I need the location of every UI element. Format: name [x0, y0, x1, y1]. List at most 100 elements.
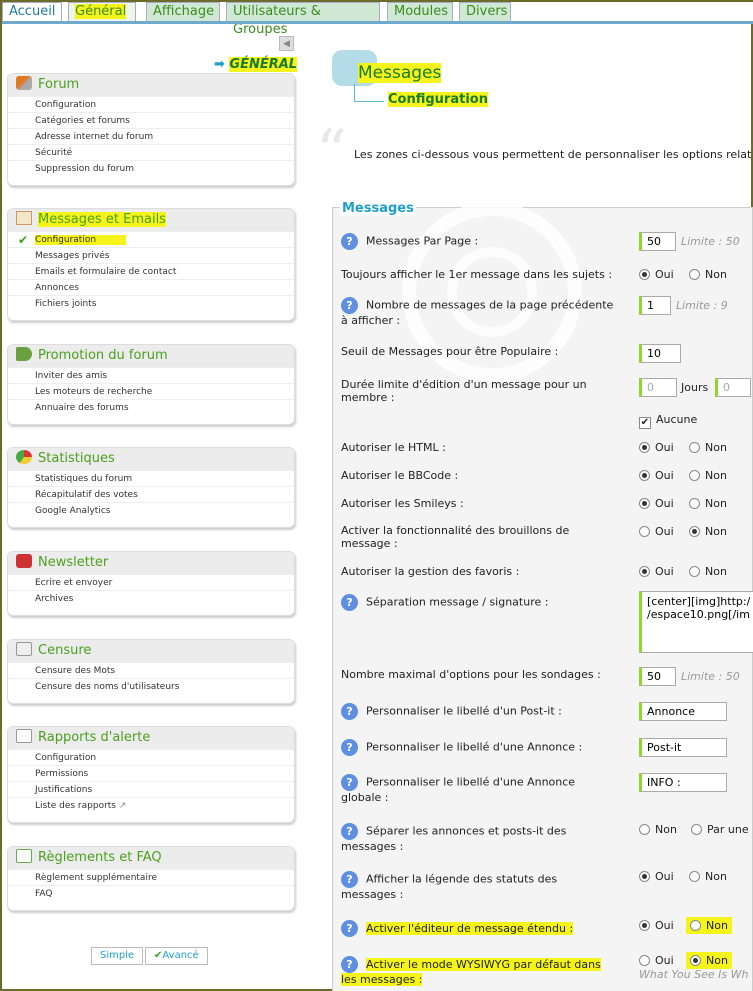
wysiwyg-no-radio[interactable]: Non [686, 952, 732, 969]
editor-no-radio[interactable]: Non [686, 917, 732, 934]
sidebar-link[interactable]: Configuration [8, 96, 294, 112]
sidebar-link[interactable]: Catégories et forums [8, 112, 294, 128]
postit-input[interactable]: Annonce [639, 702, 727, 721]
editor-yes-radio[interactable]: Oui [639, 919, 674, 932]
sidebar-link[interactable]: Annonces [8, 279, 294, 295]
help-icon[interactable]: ? [341, 774, 358, 791]
help-icon[interactable]: ? [341, 871, 358, 888]
sidebar-link-label: Configuration [35, 235, 127, 245]
drafts-yes-radio[interactable]: Oui [639, 525, 674, 538]
tab-general[interactable]: Général [68, 2, 136, 21]
tab-modules[interactable]: Modules [387, 2, 453, 21]
label-text: Personnaliser le libellé d'un Post-it : [366, 704, 562, 718]
annonce-input[interactable]: Post-it [639, 738, 727, 757]
edit-none-checkbox[interactable]: ✔ Aucune [639, 413, 697, 429]
html-label: Autoriser le HTML : [341, 441, 446, 454]
tab-accueil[interactable]: Accueil [2, 2, 62, 21]
help-icon[interactable]: ? [341, 297, 358, 314]
sidebar-link[interactable]: Fichiers joints [8, 295, 294, 311]
first-msg-yes-radio[interactable]: Oui [639, 268, 674, 281]
document-icon [16, 211, 32, 225]
help-icon[interactable]: ? [341, 703, 358, 720]
tab-divers[interactable]: Divers [459, 2, 511, 21]
sidebar-link[interactable]: Inviter des amis [8, 367, 294, 383]
radio-icon [639, 824, 650, 835]
sidebar-link[interactable]: Archives [8, 590, 294, 606]
radio-icon [691, 824, 702, 835]
signature-textarea[interactable]: [center][img]http://espace10.png[/im [639, 591, 753, 653]
label-text: Personnaliser le libellé d'une Annonce : [366, 740, 583, 754]
sidebar-link[interactable]: Adresse internet du forum [8, 128, 294, 144]
help-icon[interactable]: ? [341, 594, 358, 611]
edit-hours-input[interactable]: 0 [715, 378, 751, 397]
legend-no-radio[interactable]: Non [689, 870, 727, 883]
sidebar-link[interactable]: Statistiques du forum [8, 470, 294, 486]
sidebar-link[interactable]: Récapitulatif des votes [8, 486, 294, 502]
bbcode-yes-radio[interactable]: Oui [639, 469, 674, 482]
sidebar-link[interactable]: Google Analytics [8, 502, 294, 518]
help-icon[interactable]: ? [341, 739, 358, 756]
box-header: Règlements et FAQ [8, 847, 294, 869]
sidebar-link[interactable]: Sécurité [8, 144, 294, 160]
sidebar-link[interactable]: Censure des noms d'utilisateurs [8, 678, 294, 694]
separate-no-radio[interactable]: Non [639, 823, 677, 836]
annonce-globale-input[interactable]: INFO : [639, 773, 727, 792]
label-text: Personnaliser le libellé d'une Annonce [366, 775, 576, 789]
radio-label: Non [705, 565, 727, 578]
wysiwyg-hint: What You See Is Wh [639, 968, 749, 981]
advanced-mode-button[interactable]: ✔Avancé [145, 947, 208, 965]
radio-icon [639, 566, 650, 577]
collapse-sidebar-button[interactable]: ◀ [279, 36, 294, 51]
sidebar-link[interactable]: Censure des Mots [8, 662, 294, 678]
sidebar-link[interactable]: Liste des rapports ↗ [8, 797, 294, 813]
panel-title: Messages [340, 201, 416, 216]
annonce-label: ? Personnaliser le libellé d'une Annonce … [341, 739, 582, 756]
page-title-label: Messages [358, 63, 442, 83]
help-icon[interactable]: ? [341, 823, 358, 840]
poll-input[interactable]: 50 [639, 667, 676, 686]
radio-label: Oui [655, 954, 674, 967]
edit-days-input[interactable]: 0 [639, 378, 677, 397]
sidebar-link-active[interactable]: ✔ Configuration [8, 231, 294, 247]
smileys-no-radio[interactable]: Non [689, 497, 727, 510]
bbcode-no-radio[interactable]: Non [689, 469, 727, 482]
html-no-radio[interactable]: Non [689, 441, 727, 454]
popular-input[interactable]: 10 [639, 344, 681, 363]
help-icon[interactable]: ? [341, 233, 358, 250]
sidebar-link[interactable]: Messages privés [8, 247, 294, 263]
label-text-2: messages : [341, 888, 404, 901]
sidebar-link[interactable]: Règlement supplémentaire [8, 869, 294, 885]
report-icon [16, 729, 32, 743]
sidebar-link[interactable]: Permissions [8, 765, 294, 781]
tab-affichage[interactable]: Affichage [146, 2, 220, 21]
tab-utilisateurs[interactable]: Utilisateurs & Groupes [226, 2, 380, 37]
radio-label: Non [706, 954, 728, 967]
drafts-no-radio[interactable]: Non [689, 525, 727, 538]
sidebar-link[interactable]: Emails et formulaire de contact [8, 263, 294, 279]
smileys-yes-radio[interactable]: Oui [639, 497, 674, 510]
favs-yes-radio[interactable]: Oui [639, 565, 674, 578]
first-msg-label: Toujours afficher le 1er message dans le… [341, 268, 613, 281]
radio-icon [689, 470, 700, 481]
sidebar-link[interactable]: Ecrire et envoyer [8, 574, 294, 590]
sidebar-link[interactable]: Configuration [8, 749, 294, 765]
rules-icon [16, 849, 32, 863]
sidebar-link[interactable]: FAQ [8, 885, 294, 901]
legend-yes-radio[interactable]: Oui [639, 870, 674, 883]
prev-page-input[interactable]: 1 [639, 296, 671, 315]
sidebar-link[interactable]: Annuaire des forums [8, 399, 294, 415]
favs-no-radio[interactable]: Non [689, 565, 727, 578]
sidebar-link[interactable]: Les moteurs de recherche [8, 383, 294, 399]
simple-mode-button[interactable]: Simple [91, 947, 144, 965]
sidebar-link[interactable]: Suppression du forum [8, 160, 294, 176]
page-subtitle-label: Configuration [388, 92, 488, 107]
section-label: GÉNÉRAL [229, 57, 298, 72]
wysiwyg-yes-radio[interactable]: Oui [639, 954, 674, 967]
html-yes-radio[interactable]: Oui [639, 441, 674, 454]
help-icon[interactable]: ? [341, 920, 358, 937]
help-icon[interactable]: ? [341, 956, 358, 973]
sidebar-link[interactable]: Justifications [8, 781, 294, 797]
per-page-input[interactable]: 50 [639, 232, 676, 251]
first-msg-no-radio[interactable]: Non [689, 268, 727, 281]
separate-by-one-radio[interactable]: Par une [691, 823, 749, 836]
